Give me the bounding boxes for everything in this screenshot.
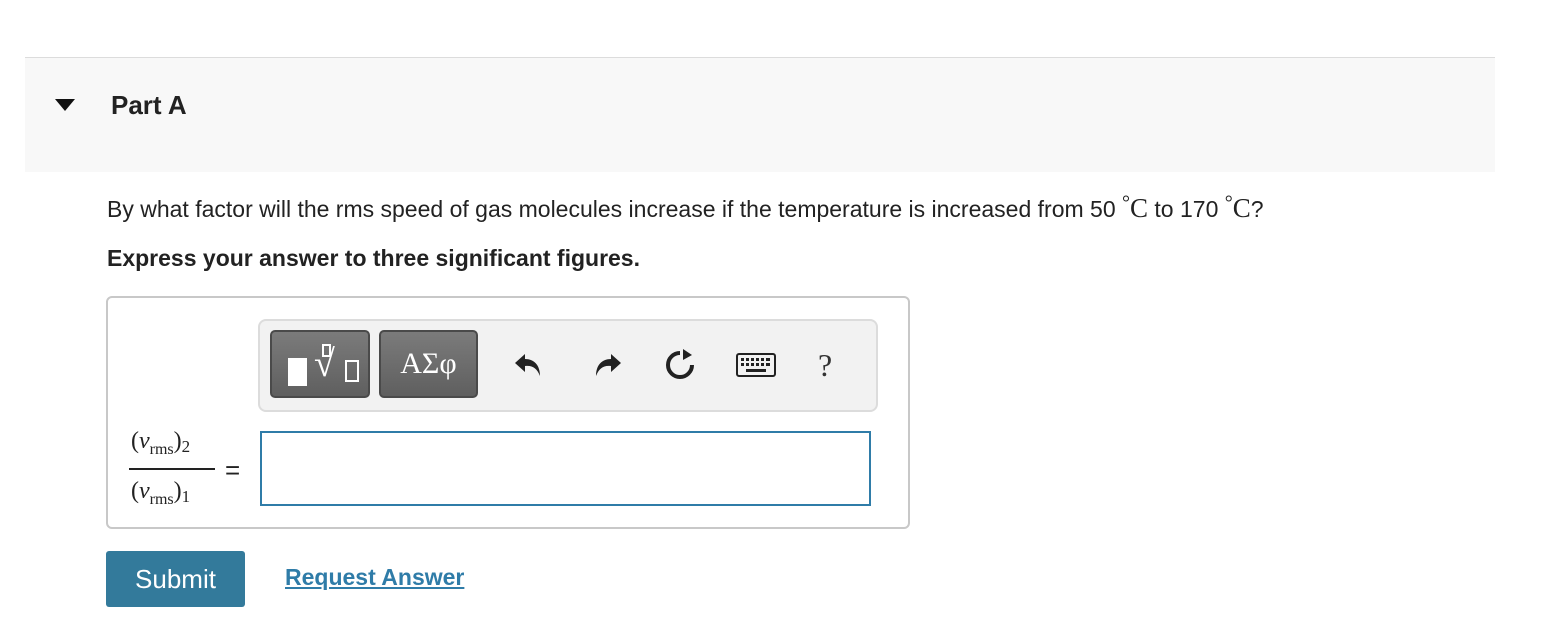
templates-button[interactable]: √	[270, 330, 370, 398]
keyboard-button[interactable]	[735, 345, 777, 385]
question-text: By what factor will the rms speed of gas…	[107, 192, 1264, 223]
symbols-button[interactable]: ΑΣφ	[379, 330, 478, 398]
redo-icon	[596, 354, 621, 376]
reset-button[interactable]	[662, 345, 698, 385]
submit-button[interactable]: Submit	[106, 551, 245, 607]
reset-icon	[666, 349, 694, 379]
undo-button[interactable]	[510, 345, 546, 385]
part-title: Part A	[111, 90, 187, 120]
request-answer-link[interactable]: Request Answer	[285, 564, 464, 591]
ratio-denominator: (vrms)1	[131, 478, 191, 508]
keyboard-icon	[736, 353, 776, 377]
ratio-numerator: (vrms)2	[131, 428, 191, 458]
redo-button[interactable]	[590, 345, 626, 385]
answer-input[interactable]	[260, 431, 871, 506]
fraction-bar	[129, 468, 215, 470]
instruction-text: Express your answer to three significant…	[107, 245, 640, 271]
caret-down-icon[interactable]	[55, 99, 75, 111]
part-header[interactable]	[25, 57, 1495, 172]
undo-icon	[515, 354, 540, 376]
equals-sign: =	[225, 455, 241, 485]
help-button[interactable]: ?	[818, 347, 832, 384]
